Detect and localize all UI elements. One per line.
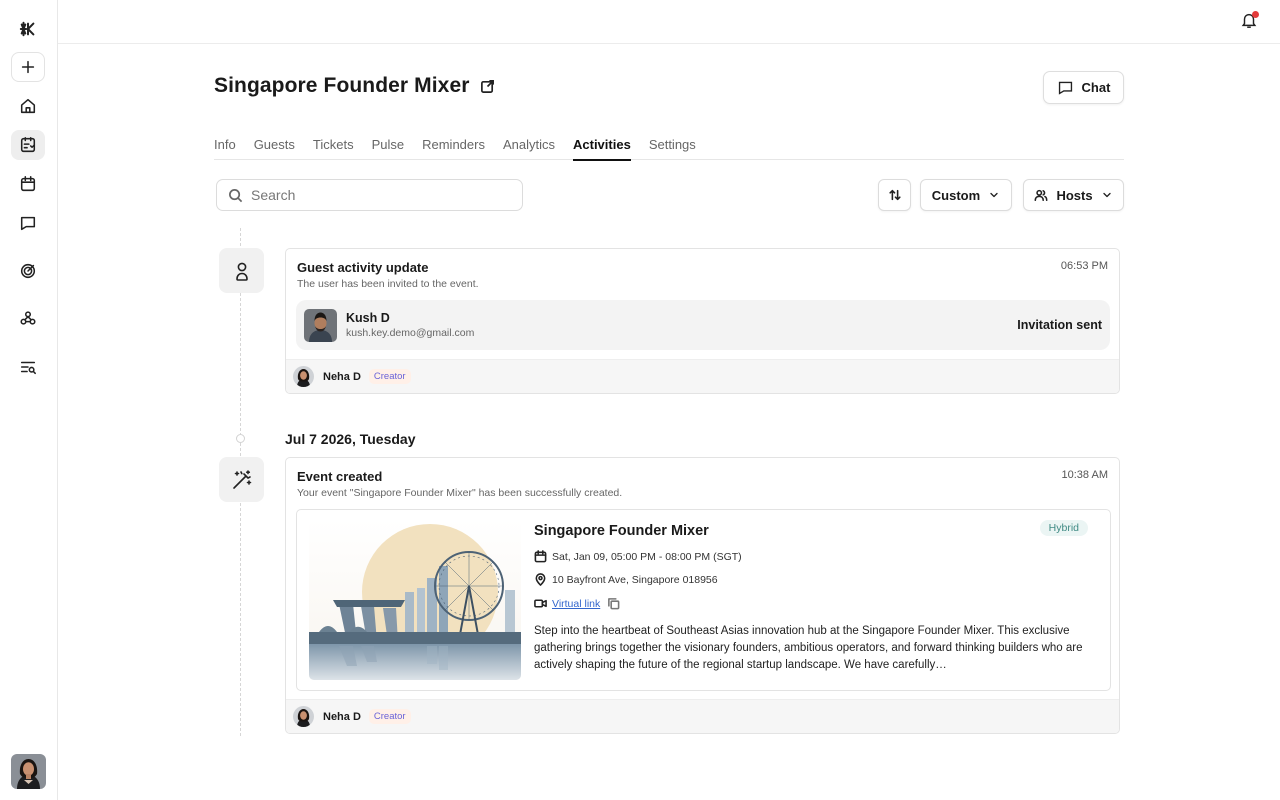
sidebar-item-home[interactable]: [11, 91, 45, 121]
calendar-icon: [534, 550, 547, 563]
notifications-button[interactable]: [1240, 11, 1260, 33]
event-description: Step into the heartbeat of Southeast Asi…: [534, 625, 1083, 671]
avatar-image: [11, 754, 46, 789]
plus-icon: [21, 60, 35, 74]
event-preview[interactable]: Singapore Founder Mixer Hybrid Sat, Jan …: [296, 509, 1111, 691]
timeline-icon-event: [219, 457, 264, 502]
logo-icon: [19, 21, 35, 37]
event-tabs: Info Guests Tickets Pulse Reminders Anal…: [214, 130, 1124, 161]
event-datetime: Sat, Jan 09, 05:00 PM - 08:00 PM (SGT): [534, 550, 742, 563]
search-box: [216, 179, 523, 211]
home-icon: [20, 98, 36, 114]
chat-label: Chat: [1081, 80, 1111, 95]
creator-badge: Creator: [368, 369, 411, 384]
hosts-dropdown[interactable]: Hosts: [1023, 179, 1124, 211]
event-title: Singapore Founder Mixer: [214, 74, 470, 97]
tab-analytics[interactable]: Analytics: [503, 130, 555, 160]
sidebar-item-events[interactable]: [11, 130, 45, 160]
guest-avatar-image: [304, 309, 337, 342]
singapore-skyline-illustration: [309, 520, 521, 680]
new-button[interactable]: [11, 52, 45, 82]
card-footer: Neha D Creator: [286, 699, 1119, 733]
guest-row[interactable]: Kush D kush.key.demo@gmail.com Invitatio…: [296, 300, 1110, 350]
date-separator: Jul 7 2026, Tuesday: [285, 431, 416, 447]
sidebar-item-search-list[interactable]: [11, 352, 45, 382]
event-name: Singapore Founder Mixer: [534, 523, 709, 539]
sidebar-item-insights[interactable]: [11, 256, 45, 286]
target-icon: [20, 263, 36, 279]
sort-arrows-icon: [888, 189, 901, 201]
timeline-icon-guest: [219, 248, 264, 293]
webhook-icon: [20, 311, 36, 325]
activity-title: Guest activity update: [297, 260, 429, 275]
message-icon: [20, 216, 36, 231]
external-link-icon[interactable]: [480, 79, 495, 94]
tab-guests[interactable]: Guests: [254, 130, 295, 160]
app-logo[interactable]: [11, 14, 45, 44]
tab-pulse[interactable]: Pulse: [372, 130, 405, 160]
hosts-label: Hosts: [1056, 187, 1093, 203]
event-cover-image: [309, 520, 521, 680]
tab-activities[interactable]: Activities: [573, 130, 631, 161]
chevron-down-icon: [990, 192, 998, 198]
sort-button[interactable]: [878, 179, 911, 211]
copy-icon[interactable]: [607, 597, 620, 610]
calendar-icon: [20, 176, 36, 192]
page-title: Singapore Founder Mixer: [214, 74, 495, 98]
chat-button[interactable]: Chat: [1043, 71, 1124, 104]
activity-time: 06:53 PM: [1060, 260, 1108, 272]
chevron-down-icon: [1102, 192, 1111, 198]
list-search-icon: [20, 361, 36, 375]
creator-badge: Creator: [368, 709, 411, 724]
guest-avatar: [304, 309, 337, 342]
event-list-icon: [20, 137, 36, 153]
event-type-badge: Hybrid: [1039, 520, 1088, 536]
chat-icon: [1058, 81, 1072, 95]
creator-avatar-image: [293, 366, 314, 387]
timeline-dot: [236, 434, 245, 443]
activity-card-event-created: Event created Your event "Singapore Foun…: [285, 457, 1120, 734]
search-input[interactable]: [251, 187, 491, 203]
tab-reminders[interactable]: Reminders: [422, 130, 485, 160]
creator-avatar: [293, 366, 314, 387]
custom-filter-dropdown[interactable]: Custom: [920, 179, 1012, 211]
event-datetime-text: Sat, Jan 09, 05:00 PM - 08:00 PM (SGT): [552, 550, 742, 563]
person-icon: [235, 262, 248, 281]
top-bar: [58, 0, 1280, 44]
activity-card-guest-update: Guest activity update The user has been …: [285, 248, 1120, 394]
creator-name: Neha D: [323, 710, 361, 723]
magic-wand-icon: [232, 469, 251, 489]
sidebar-item-calendar[interactable]: [11, 169, 45, 199]
activity-title: Event created: [297, 469, 383, 484]
event-location: 10 Bayfront Ave, Singapore 018956: [534, 573, 718, 586]
guest-email: kush.key.demo@gmail.com: [346, 327, 475, 339]
activity-time: 10:38 AM: [1061, 469, 1108, 481]
activity-subtitle: Your event "Singapore Founder Mixer" has…: [297, 487, 623, 499]
tab-settings[interactable]: Settings: [649, 130, 696, 160]
activity-subtitle: The user has been invited to the event.: [297, 278, 479, 290]
guest-name: Kush D: [346, 311, 390, 325]
users-icon: [1034, 189, 1048, 202]
sidebar: [0, 0, 58, 800]
virtual-link[interactable]: Virtual link: [552, 598, 600, 610]
creator-name: Neha D: [323, 370, 361, 383]
card-footer: Neha D Creator: [286, 359, 1119, 393]
location-pin-icon: [535, 573, 546, 586]
tab-tickets[interactable]: Tickets: [313, 130, 354, 160]
event-virtual: Virtual link: [534, 597, 620, 610]
search-icon: [229, 188, 243, 202]
tab-info[interactable]: Info: [214, 130, 236, 160]
video-icon: [534, 599, 547, 608]
sidebar-item-messages[interactable]: [11, 208, 45, 238]
user-avatar[interactable]: [11, 754, 46, 789]
creator-avatar-image: [293, 706, 314, 727]
creator-avatar: [293, 706, 314, 727]
notification-dot: [1252, 11, 1259, 18]
event-location-text: 10 Bayfront Ave, Singapore 018956: [552, 573, 718, 586]
sidebar-item-integrations[interactable]: [11, 303, 45, 333]
custom-filter-label: Custom: [931, 187, 981, 203]
guest-status: Invitation sent: [1017, 318, 1102, 332]
